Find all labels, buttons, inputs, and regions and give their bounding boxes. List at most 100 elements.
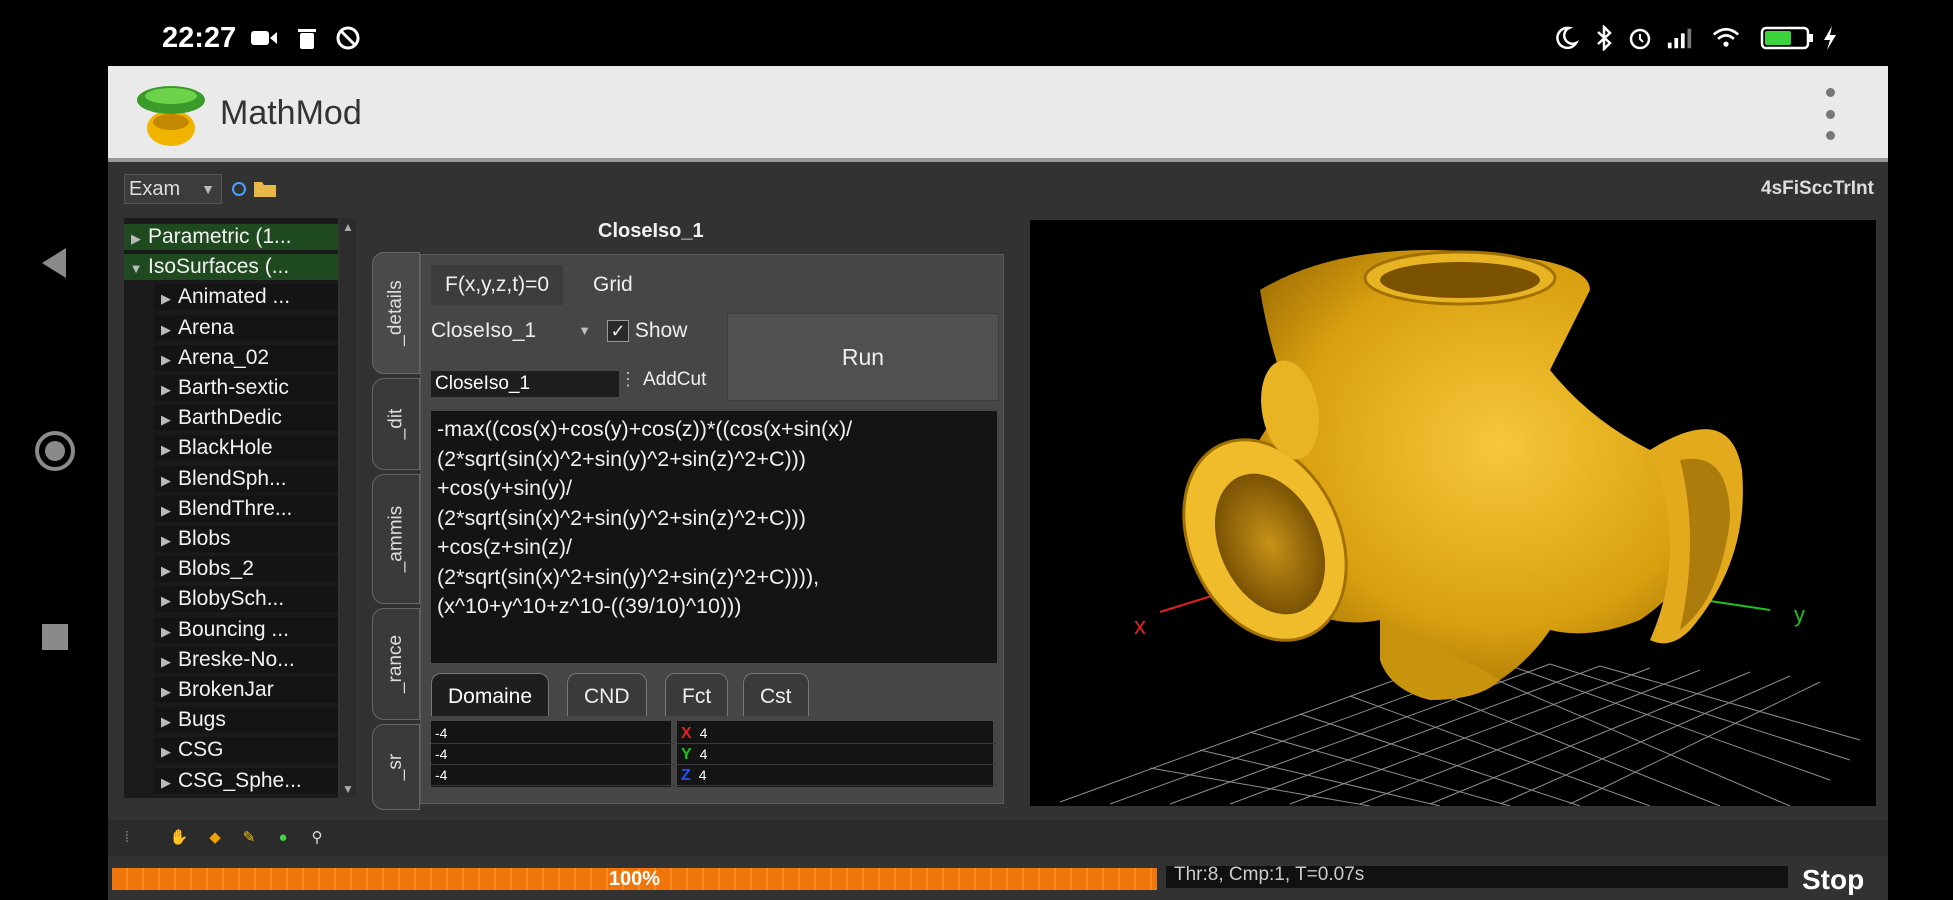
scroll-down-icon[interactable]: ▼ xyxy=(342,782,354,796)
expand-right-icon[interactable]: ▶ xyxy=(154,588,178,612)
tree-item-label: CSG_Sphe... xyxy=(178,768,302,792)
tree-item[interactable]: ▶ Parametric (1... xyxy=(124,224,338,250)
tree-item[interactable]: ▶ BrokenJar xyxy=(154,677,338,703)
examples-combo[interactable]: Exam ▼ xyxy=(124,174,222,204)
domain-max-z: 4 xyxy=(698,767,707,783)
expand-right-icon[interactable]: ▶ xyxy=(124,226,148,250)
recents-nav-icon[interactable] xyxy=(30,612,80,662)
home-nav-icon[interactable] xyxy=(30,426,80,476)
tree-item[interactable]: ▶ Bugs xyxy=(154,707,338,734)
tree-item[interactable]: ▶ Arena_02 xyxy=(154,344,338,371)
expand-right-icon[interactable]: ▶ xyxy=(154,558,178,582)
3d-viewport[interactable]: x y xyxy=(1030,220,1876,807)
wand-icon[interactable]: ✎ xyxy=(238,826,260,848)
tree-item[interactable]: ▶ Breske-No... xyxy=(154,646,338,673)
domain-min-x[interactable]: -4 xyxy=(431,723,675,744)
tree-item[interactable]: ▶ BlendSph... xyxy=(154,465,338,492)
bluetooth-icon xyxy=(1590,24,1618,52)
tree-item[interactable]: ▶ Animated ... xyxy=(154,284,338,311)
run-button[interactable]: Run xyxy=(727,313,999,401)
tree-item-label: Animated ... xyxy=(178,285,291,309)
3d-render: x y xyxy=(1059,250,1861,807)
signal-icon xyxy=(1666,24,1694,52)
tree-item[interactable]: ▶ Barth-sextic xyxy=(154,375,338,401)
examples-tree[interactable]: ▶ Parametric (1... ▼ IsoSurfaces (... ▶ Anima… xyxy=(124,218,338,798)
expand-right-icon[interactable]: ▶ xyxy=(154,377,178,401)
zoom-icon[interactable]: ⚲ xyxy=(306,826,328,848)
script-select[interactable]: CloseIso_1 ▼ xyxy=(431,319,591,343)
script-name-field[interactable]: CloseIso_1 xyxy=(431,371,619,397)
tree-item-label: Blobs xyxy=(178,527,231,550)
formula-line: (2*sqrt(sin(x)^2+sin(y)^2+sin(z)^2+C))))… xyxy=(437,564,820,589)
tree-item[interactable]: ▶ Blobs_2 xyxy=(154,556,338,583)
expand-right-icon[interactable]: ▶ xyxy=(154,468,178,492)
palette-icon[interactable]: ◆ xyxy=(204,826,226,848)
hand-icon[interactable]: ✋ xyxy=(168,826,190,848)
tab-cnd[interactable]: CND xyxy=(567,673,647,716)
domain-min-y[interactable]: -4 xyxy=(431,744,675,765)
domain-row-z[interactable]: Z4 xyxy=(677,765,997,786)
axis-x-label: X xyxy=(681,725,692,742)
expand-right-icon[interactable]: ▶ xyxy=(154,407,178,431)
expand-right-icon[interactable]: ▶ xyxy=(154,498,178,522)
stop-button[interactable]: Stop xyxy=(1802,864,1882,896)
tree-item[interactable]: ▶ BlendThre... xyxy=(154,495,338,522)
bottom-tab-bar: Domaine CND Fct Cst xyxy=(431,673,997,717)
tab-domaine[interactable]: Domaine xyxy=(431,673,550,716)
tree-item[interactable]: ▶ BlobySch... xyxy=(154,586,338,613)
tab-sr[interactable]: _sr xyxy=(372,724,420,810)
expand-right-icon[interactable]: ▶ xyxy=(154,770,178,794)
chevron-down-icon: ▼ xyxy=(201,181,215,197)
expand-right-icon[interactable]: ▶ xyxy=(154,679,178,703)
expand-right-icon[interactable]: ▶ xyxy=(154,528,178,552)
tab-edit[interactable]: _dit xyxy=(372,378,420,470)
tree-item-label: Breske-No... xyxy=(178,647,295,671)
tab-grid[interactable]: Grid xyxy=(579,265,647,305)
scroll-up-icon[interactable]: ▲ xyxy=(342,220,354,234)
app-window: MathMod Exam ▼ 4sFiSccTrInt ▶ Parametric … xyxy=(108,66,1888,900)
refresh-icon[interactable] xyxy=(228,178,250,200)
tree-item[interactable]: ▶ CSG_Sphe... xyxy=(154,767,338,794)
expand-right-icon[interactable]: ▶ xyxy=(154,649,178,673)
domain-row-x[interactable]: X4 xyxy=(677,723,997,744)
domain-min-z[interactable]: -4 xyxy=(431,765,675,786)
formula-editor[interactable]: -max((cos(x)+cos(y)+cos(z))*((cos(x+sin(… xyxy=(431,411,997,663)
tab-cst[interactable]: Cst xyxy=(743,673,809,716)
tree-item[interactable]: ▶ Arena xyxy=(154,314,338,341)
expand-right-icon[interactable]: ▶ xyxy=(154,286,178,310)
expand-right-icon[interactable]: ▶ xyxy=(154,619,178,643)
tab-function[interactable]: F(x,y,z,t)=0 xyxy=(431,265,564,305)
tab-appearance[interactable]: _rance xyxy=(372,608,420,720)
expand-right-icon[interactable]: ▶ xyxy=(154,437,178,461)
tree-item[interactable]: ▶ CSG xyxy=(154,737,338,764)
vertical-tab-bar: _details _dit _ammis _rance _sr xyxy=(372,252,420,812)
tab-fct[interactable]: Fct xyxy=(665,673,729,716)
tree-item[interactable]: ▼ IsoSurfaces (... xyxy=(124,254,338,281)
expand-right-icon[interactable]: ▶ xyxy=(154,739,178,763)
domain-max-grid[interactable]: X4 Y4 Z4 xyxy=(677,721,997,787)
expand-right-icon[interactable]: ▶ xyxy=(154,347,178,371)
tab-anims[interactable]: _ammis xyxy=(372,474,420,604)
domain-row-y[interactable]: Y4 xyxy=(677,744,997,765)
tab-details[interactable]: _details xyxy=(372,252,420,374)
overflow-menu-button[interactable] xyxy=(1822,88,1838,140)
tree-item[interactable]: ▶ Blobs xyxy=(154,526,338,552)
expand-right-icon[interactable]: ▶ xyxy=(154,317,178,341)
show-checkbox[interactable]: ✓ Show xyxy=(607,319,687,343)
add-cut-button[interactable]: AddCut xyxy=(643,369,719,391)
expand-right-icon[interactable]: ▶ xyxy=(154,709,178,733)
tree-scrollbar[interactable]: ▲ ▼ xyxy=(340,218,356,798)
tree-item[interactable]: ▶ Bouncing ... xyxy=(154,616,338,643)
tree-item[interactable]: ▶ BarthDedic xyxy=(154,405,338,432)
toolbar-handle-icon[interactable]: ⁞ xyxy=(116,826,138,848)
formula-line: (x^10+y^10+z^10-((39/10)^10))) xyxy=(437,594,742,618)
tree-item-label: BrokenJar xyxy=(178,678,274,701)
back-nav-icon[interactable] xyxy=(30,238,80,288)
tree-item-label: IsoSurfaces (... xyxy=(148,255,290,279)
green-dot-icon[interactable]: ● xyxy=(272,826,294,848)
tree-item[interactable]: ▶ BlackHole xyxy=(154,435,338,462)
name-spin-handle[interactable]: ⋮ xyxy=(619,369,637,390)
folder-icon[interactable] xyxy=(252,176,278,200)
expand-down-icon[interactable]: ▼ xyxy=(124,256,148,280)
domain-min-grid[interactable]: -4 -4 -4 xyxy=(431,721,675,787)
